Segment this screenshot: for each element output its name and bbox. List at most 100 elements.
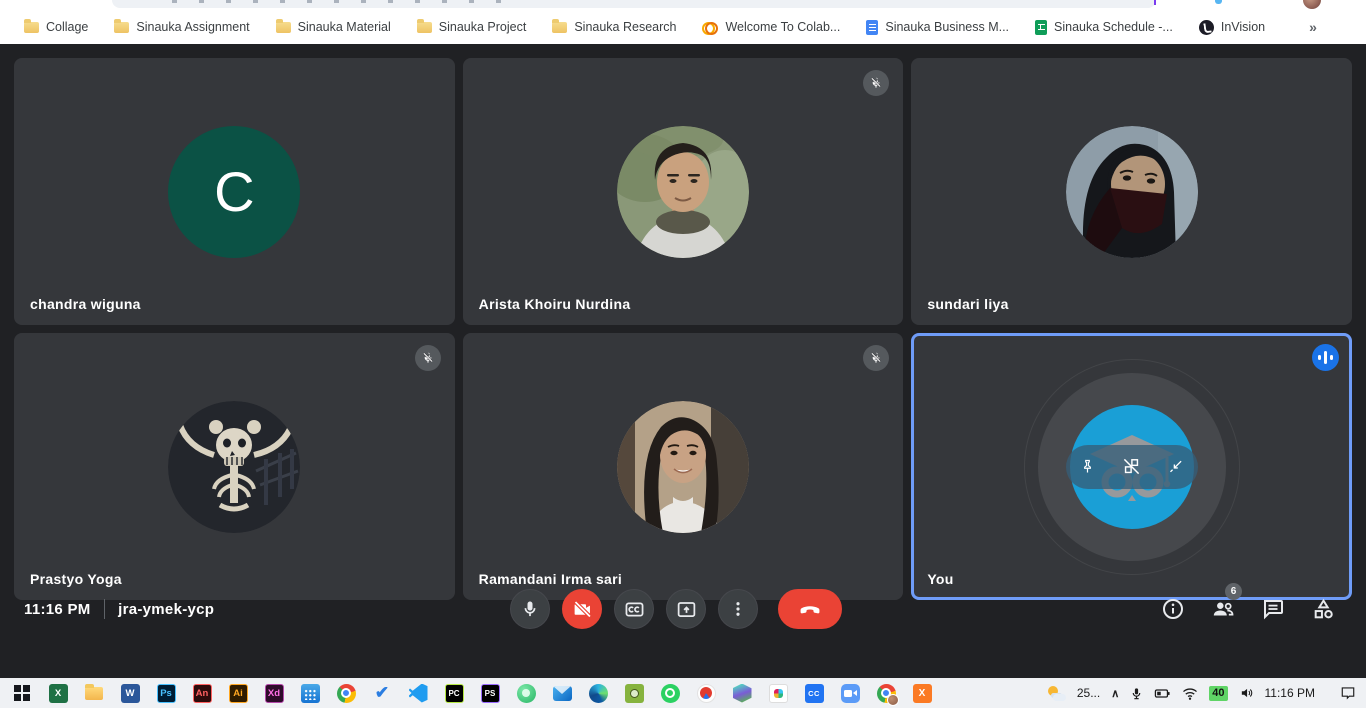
chat-button[interactable] [1260, 596, 1286, 622]
bookmark-collage[interactable]: Collage [24, 20, 88, 34]
bookmark-label: Sinauka Material [298, 20, 391, 34]
participant-photo-avatar [617, 401, 749, 533]
calendar-icon[interactable] [292, 678, 328, 708]
participants-button[interactable]: 6 [1210, 596, 1236, 622]
browser-profile-avatar[interactable] [1303, 0, 1321, 9]
tray-clock[interactable]: 11:16 PM [1265, 686, 1315, 700]
phpstorm-icon[interactable]: PS [472, 678, 508, 708]
bookmark-label: Sinauka Research [574, 20, 676, 34]
bookmark-sinauka-business[interactable]: Sinauka Business M... [866, 20, 1009, 35]
file-explorer-icon[interactable] [76, 678, 112, 708]
meta-divider [104, 599, 106, 619]
extension-icon[interactable] [1154, 0, 1156, 5]
captions-button[interactable] [614, 589, 654, 629]
battery-percent-badge[interactable]: 40 [1209, 686, 1227, 701]
participant-photo-avatar [1066, 126, 1198, 258]
participants-count-badge: 6 [1225, 583, 1242, 600]
action-center-icon[interactable] [1340, 686, 1356, 700]
participant-tile-prastyo[interactable]: Prastyo Yoga [14, 333, 455, 600]
drawing-app-icon[interactable] [688, 678, 724, 708]
meeting-details-button[interactable] [1160, 596, 1186, 622]
bookmark-label: Welcome To Colab... [725, 20, 840, 34]
android-studio-icon[interactable] [508, 678, 544, 708]
clock-time: 11:16 PM [24, 601, 91, 618]
excel-icon[interactable]: X [40, 678, 76, 708]
photoshop-icon[interactable]: Ps [148, 678, 184, 708]
bookmark-sinauka-assignment[interactable]: Sinauka Assignment [114, 20, 249, 34]
adobe-xd-icon[interactable]: Xd [256, 678, 292, 708]
end-call-button[interactable] [778, 589, 842, 629]
participant-name: chandra wiguna [30, 296, 141, 312]
camera-app-icon[interactable] [616, 678, 652, 708]
bookmark-label: InVision [1221, 20, 1265, 34]
participant-tile-arista[interactable]: Arista Khoiru Nurdina [463, 58, 904, 325]
pycharm-icon[interactable]: PC [436, 678, 472, 708]
folder-icon [417, 22, 432, 33]
whatsapp-icon[interactable] [652, 678, 688, 708]
tray-mic-icon[interactable] [1130, 686, 1143, 701]
muted-mic-indicator [863, 70, 889, 96]
participant-tile-sundari[interactable]: sundari liya [911, 58, 1352, 325]
bookmark-invision[interactable]: InVision [1199, 20, 1265, 35]
colab-icon [702, 19, 718, 35]
pin-tile-icon[interactable] [1079, 458, 1096, 475]
tile-hover-actions [1066, 445, 1198, 489]
bookmark-sinauka-project[interactable]: Sinauka Project [417, 20, 527, 34]
audio-level-indicator [1312, 344, 1339, 371]
chrome-icon[interactable] [328, 678, 364, 708]
slack-icon[interactable] [760, 678, 796, 708]
meet-bottom-bar: 11:16 PM jra-ymek-ycp [0, 570, 1366, 648]
weather-temperature[interactable]: 25... [1077, 686, 1100, 700]
folder-icon [276, 22, 291, 33]
participant-tile-you[interactable]: You [911, 333, 1352, 600]
more-options-button[interactable] [718, 589, 758, 629]
tray-volume-icon[interactable] [1239, 686, 1254, 700]
start-button-icon[interactable] [4, 678, 40, 708]
participant-tile-ramandani[interactable]: Ramandani Irma sari [463, 333, 904, 600]
xampp-icon[interactable]: X [904, 678, 940, 708]
bookmark-label: Sinauka Schedule -... [1054, 20, 1173, 34]
docs-icon [866, 20, 878, 35]
vscode-icon[interactable] [400, 678, 436, 708]
call-controls [510, 589, 842, 629]
extension-icon[interactable] [1215, 0, 1222, 4]
meeting-meta: 11:16 PM jra-ymek-ycp [24, 599, 214, 619]
participant-name: Arista Khoiru Nurdina [479, 296, 631, 312]
present-screen-button[interactable] [666, 589, 706, 629]
bookmark-label: Sinauka Project [439, 20, 527, 34]
bookmark-sinauka-schedule[interactable]: Sinauka Schedule -... [1035, 20, 1173, 35]
animate-icon[interactable]: An [184, 678, 220, 708]
panel-buttons: 6 [1160, 596, 1336, 622]
chrome-profile-icon[interactable] [868, 678, 904, 708]
muted-mic-indicator [415, 345, 441, 371]
participant-grid: C chandra wiguna [14, 58, 1352, 600]
weather-icon[interactable] [1047, 686, 1066, 701]
bookmarks-overflow-button[interactable]: » [1309, 19, 1317, 35]
minimize-tile-icon[interactable] [1168, 458, 1185, 475]
edge-icon[interactable] [580, 678, 616, 708]
participant-photo-avatar [617, 126, 749, 258]
system-tray: 25... ∧ 40 11:16 PM [1047, 686, 1366, 701]
bookmark-welcome-to-colab[interactable]: Welcome To Colab... [702, 19, 840, 35]
meet-stage: C chandra wiguna [0, 44, 1366, 678]
mail-icon[interactable] [544, 678, 580, 708]
participant-tile-chandra[interactable]: C chandra wiguna [14, 58, 455, 325]
illustrator-icon[interactable]: Ai [220, 678, 256, 708]
invision-icon [1199, 20, 1214, 35]
camtasia-icon[interactable]: CC [796, 678, 832, 708]
word-icon[interactable]: W [112, 678, 148, 708]
camera-off-button[interactable] [562, 589, 602, 629]
bookmark-sinauka-material[interactable]: Sinauka Material [276, 20, 391, 34]
activities-button[interactable] [1310, 596, 1336, 622]
stop-cast-icon[interactable] [1122, 457, 1141, 476]
tab-strip-fragments [172, 0, 502, 3]
tray-chevron-up-icon[interactable]: ∧ [1111, 687, 1119, 700]
video-call-app-icon[interactable] [832, 678, 868, 708]
tray-battery-icon[interactable] [1154, 687, 1171, 700]
hexagon-app-icon[interactable] [724, 678, 760, 708]
bookmark-label: Sinauka Business M... [885, 20, 1009, 34]
bookmark-sinauka-research[interactable]: Sinauka Research [552, 20, 676, 34]
mic-button[interactable] [510, 589, 550, 629]
todo-check-icon[interactable]: ✔ [364, 678, 400, 708]
tray-wifi-icon[interactable] [1182, 687, 1198, 700]
